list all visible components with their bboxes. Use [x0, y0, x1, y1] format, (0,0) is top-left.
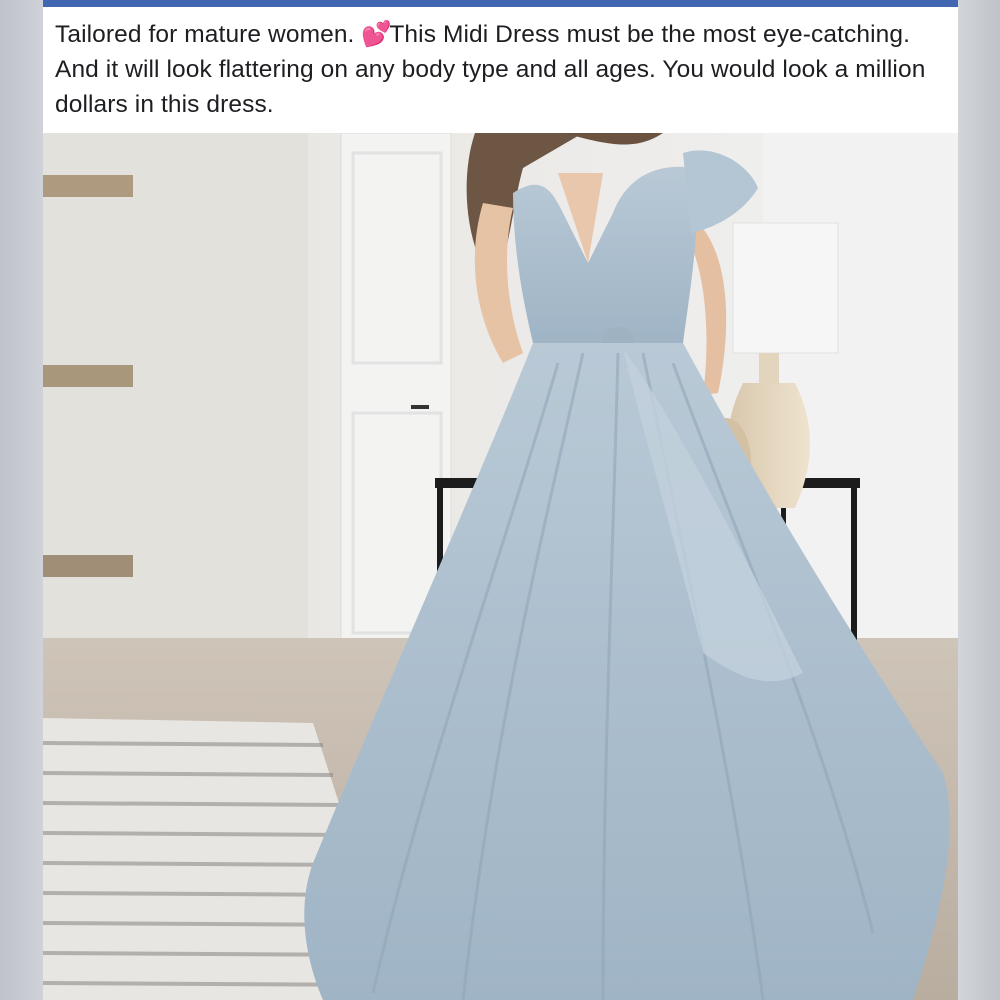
dress-photo-illustration — [43, 133, 958, 1000]
two-hearts-icon: 💕 — [361, 21, 392, 48]
brass-bar-2 — [43, 365, 133, 387]
feed-right-gutter — [958, 0, 1000, 1000]
brass-bar-1 — [43, 175, 133, 197]
lamp-shade — [732, 222, 839, 354]
post-card: Tailored for mature women. 💕This Midi Dr… — [43, 0, 958, 1000]
post-top-accent-bar — [43, 0, 958, 7]
door-handle — [411, 405, 429, 409]
post-caption-text-part1: Tailored for mature women. — [55, 21, 362, 48]
feed-left-gutter — [0, 0, 43, 1000]
brass-bar-3 — [43, 555, 133, 577]
post-caption: Tailored for mature women. 💕This Midi Dr… — [43, 7, 958, 129]
door — [340, 133, 452, 654]
post-photo[interactable] — [43, 133, 958, 1000]
